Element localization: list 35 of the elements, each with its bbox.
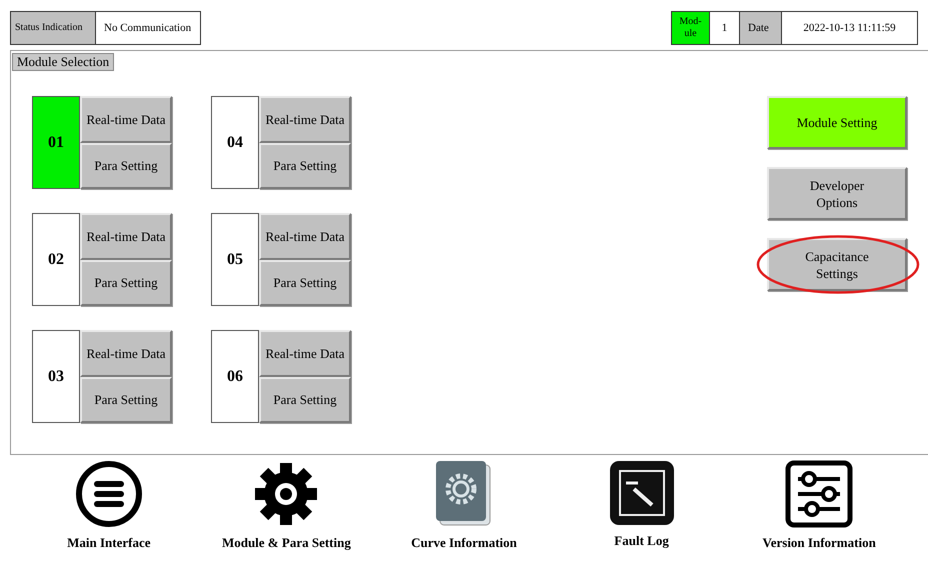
module-button[interactable]: Real-time Data	[259, 213, 351, 260]
module-label: Mod-ule	[672, 12, 710, 44]
module-button[interactable]: Real-time Data	[80, 330, 172, 376]
module-number[interactable]: 05	[211, 213, 259, 306]
module-button[interactable]: Para Setting	[80, 142, 172, 189]
nav-item[interactable]: Module & Para Setting	[201, 459, 372, 550]
module-number[interactable]: 06	[211, 330, 259, 423]
status-label: Status Indication	[11, 12, 96, 44]
action-button[interactable]: Module Setting	[767, 96, 907, 149]
module-button[interactable]: Para Setting	[259, 376, 351, 423]
action-button[interactable]: Capacitance Settings	[767, 238, 907, 291]
nav-item[interactable]: Curve Information	[378, 459, 549, 550]
module-button[interactable]: Para Setting	[80, 260, 172, 306]
menu-icon	[74, 459, 144, 529]
module-button[interactable]: Para Setting	[259, 260, 351, 306]
module-number[interactable]: 03	[32, 330, 80, 423]
nav-item[interactable]: Fault Log	[556, 459, 727, 548]
status-value: No Communication	[103, 20, 192, 36]
module-number[interactable]: 02	[32, 213, 80, 306]
module-button[interactable]: Real-time Data	[259, 96, 351, 142]
nav-item[interactable]: Version Information	[734, 459, 904, 550]
module-button[interactable]: Real-time Data	[259, 330, 351, 376]
module-button[interactable]: Para Setting	[80, 376, 172, 423]
nav-item[interactable]: Main Interface	[24, 459, 194, 550]
module-number[interactable]: 01	[32, 96, 80, 189]
date-value: 2022-10-13 11:11:59	[802, 20, 897, 36]
module-number[interactable]: 04	[211, 96, 259, 189]
edit-window-icon	[608, 459, 676, 527]
module-button[interactable]: Para Setting	[259, 142, 351, 189]
sliders-icon	[784, 459, 854, 529]
action-button[interactable]: Developer Options	[767, 167, 907, 220]
module-button[interactable]: Real-time Data	[80, 213, 172, 260]
module-button[interactable]: Real-time Data	[80, 96, 172, 142]
panel-title: Module Selection	[12, 53, 114, 71]
date-label: Date	[740, 12, 782, 44]
